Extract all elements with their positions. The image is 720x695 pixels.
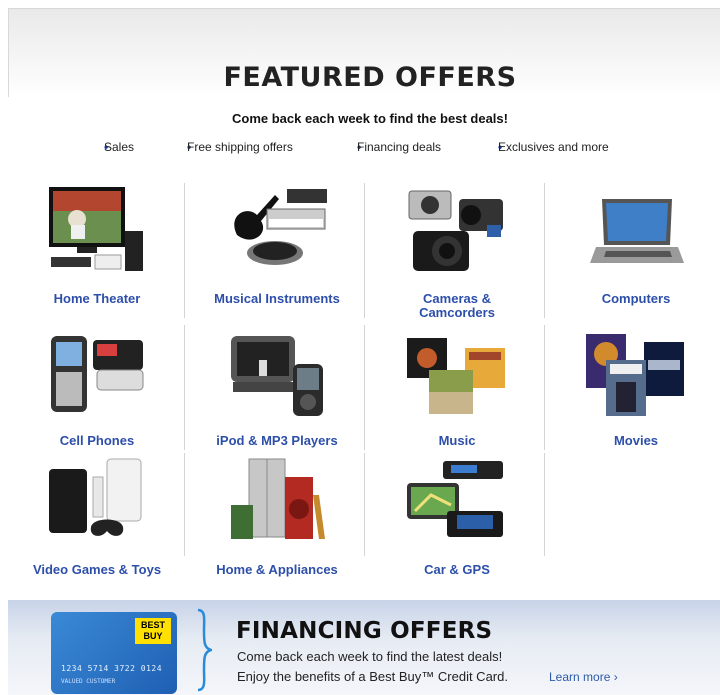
category-computers[interactable]: Computers: [546, 185, 720, 325]
mp3-player-icon: [231, 336, 323, 416]
category-video-games[interactable]: Video Games & Toys: [7, 455, 187, 580]
offer-bullets: • Sales • Free shipping offers • Financing …: [104, 140, 609, 154]
laptop-icon: [590, 199, 684, 263]
computers-link[interactable]: Computers: [546, 292, 720, 306]
card-number: 1234 5714 3722 0124: [61, 664, 163, 673]
appliance-icon: [231, 458, 325, 539]
learn-more-link[interactable]: Learn more ›: [549, 670, 618, 684]
category-music[interactable]: Music: [367, 330, 547, 455]
category-cell-phones[interactable]: Cell Phones: [7, 330, 187, 455]
category-cameras[interactable]: Cameras & Camcorders: [367, 185, 547, 325]
car-gps-link[interactable]: Car & GPS: [367, 563, 547, 577]
cell-phone-icon: [51, 336, 144, 412]
brace-icon: [197, 608, 212, 692]
financing-line-1: Come back each week to find the latest d…: [237, 649, 503, 664]
movie-dvd-icon: [586, 334, 684, 416]
home-appliances-link[interactable]: Home & Appliances: [187, 563, 367, 577]
cameras-link[interactable]: Cameras & Camcorders: [367, 292, 547, 320]
video-games-link[interactable]: Video Games & Toys: [7, 563, 187, 577]
category-musical-instruments[interactable]: Musical Instruments: [187, 185, 367, 325]
game-console-icon: [49, 458, 142, 536]
category-ipod[interactable]: iPod & MP3 Players: [187, 330, 367, 455]
home-theater-icon: [49, 187, 143, 271]
musical-instruments-icon: [234, 189, 327, 265]
category-car-gps[interactable]: Car & GPS: [367, 455, 547, 580]
cell-phones-link[interactable]: Cell Phones: [7, 434, 187, 448]
musical-instruments-link[interactable]: Musical Instruments: [187, 292, 367, 306]
gps-icon: [407, 461, 503, 537]
ipod-link[interactable]: iPod & MP3 Players: [187, 434, 367, 448]
category-home-appliances[interactable]: Home & Appliances: [187, 455, 367, 580]
credit-card-image: BEST BUY 1234 5714 3722 0124 VALUED CUST…: [51, 612, 177, 694]
page-subtitle: Come back each week to find the best dea…: [232, 111, 508, 126]
home-theater-link[interactable]: Home Theater: [7, 292, 187, 306]
camera-icon: [408, 190, 503, 271]
music-album-icon: [407, 338, 505, 414]
category-home-theater[interactable]: Home Theater: [7, 185, 187, 325]
financing-line-2: Enjoy the benefits of a Best Buy™ Credit…: [237, 669, 508, 684]
music-link[interactable]: Music: [367, 434, 547, 448]
category-movies[interactable]: Movies: [546, 330, 720, 455]
movies-link[interactable]: Movies: [546, 434, 720, 448]
card-holder-name: VALUED CUSTOMER: [61, 678, 116, 685]
financing-title: FINANCING OFFERS: [236, 618, 493, 644]
page-title: FEATURED OFFERS: [223, 62, 517, 93]
best-buy-logo: BEST BUY: [135, 618, 171, 644]
